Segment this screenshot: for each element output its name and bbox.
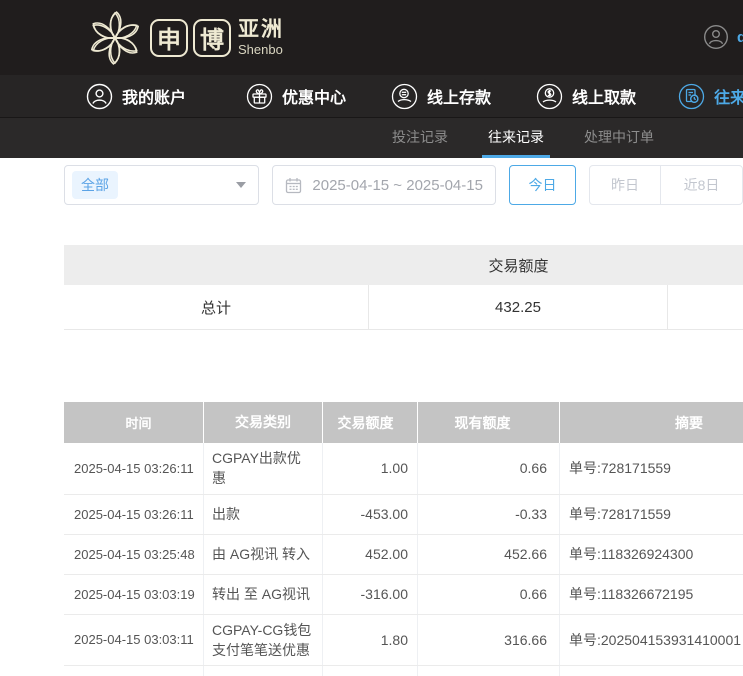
nav-label: 我的账户 bbox=[122, 84, 186, 108]
cell-amount: 300.00 bbox=[322, 666, 417, 676]
col-header-summary: 摘要 bbox=[559, 402, 743, 443]
cell-balance: 452.66 bbox=[417, 535, 559, 574]
today-button[interactable]: 今日 bbox=[509, 165, 576, 205]
nav-label: 优惠中心 bbox=[282, 84, 346, 108]
table-row: 2025-04-15 03:03:19 转出 至 AG视讯 -316.00 0.… bbox=[64, 575, 743, 615]
cell-summary: 单号:118326672195 bbox=[559, 575, 743, 614]
avatar-icon bbox=[703, 24, 729, 50]
logo-suffix-cn: 亚洲 bbox=[238, 19, 284, 40]
logo-suffix: 亚洲 Shenbo bbox=[238, 19, 284, 56]
withdraw-icon bbox=[536, 83, 563, 110]
table-body: 2025-04-15 03:26:11 CGPAY出款优惠 1.00 0.66 … bbox=[64, 443, 743, 676]
main-content: 全部 2025-04-15 ~ 2025-04-15 今日 昨日 近8日 交易额… bbox=[0, 165, 743, 676]
brand-logo[interactable]: 申 博 亚洲 Shenbo bbox=[86, 8, 284, 68]
cell-balance: 314.86 bbox=[417, 666, 559, 676]
summary-header-amount: 交易额度 bbox=[369, 255, 668, 276]
cell-summary: 单号:202504153931410001 bbox=[559, 615, 743, 666]
cell-summary: 单号:202504153931410001 bbox=[559, 666, 743, 676]
cell-type: CGPAY出款优惠 bbox=[203, 443, 322, 494]
category-selected-tag[interactable]: 全部 bbox=[72, 171, 118, 199]
cell-amount: -316.00 bbox=[322, 575, 417, 614]
logo-char-bo: 博 bbox=[193, 19, 231, 57]
transfer-records-icon bbox=[678, 83, 705, 110]
cell-amount: 1.00 bbox=[322, 443, 417, 494]
table-row: 2025-04-15 03:26:11 出款 -453.00 -0.33 单号:… bbox=[64, 495, 743, 535]
tab-betting-records[interactable]: 投注记录 bbox=[386, 118, 454, 158]
cell-time: 2025-04-15 03:03:19 bbox=[64, 575, 203, 614]
tab-transfer-records[interactable]: 往来记录 bbox=[482, 118, 550, 158]
cell-time: 2025-04-15 03:26:11 bbox=[64, 443, 203, 494]
nav-item-online-deposit[interactable]: 线上存款 bbox=[391, 83, 491, 110]
nav-label: 往来记录 bbox=[714, 84, 743, 108]
date-range-input[interactable]: 2025-04-15 ~ 2025-04-15 bbox=[272, 165, 496, 205]
cell-balance: 316.66 bbox=[417, 615, 559, 666]
record-tabs: 投注记录 往来记录 处理中订单 bbox=[0, 117, 743, 158]
deposit-icon bbox=[391, 83, 418, 110]
col-header-amount: 交易额度 bbox=[322, 402, 417, 443]
cell-summary: 单号:118326924300 bbox=[559, 535, 743, 574]
nav-item-online-withdraw[interactable]: 线上取款 bbox=[536, 83, 636, 110]
cell-type: CGPAY支付 bbox=[203, 666, 322, 676]
username-label[interactable]: q bbox=[737, 29, 743, 46]
cell-summary: 单号:728171559 bbox=[559, 443, 743, 494]
table-row: 2025-04-15 03:03:11 CGPAY-CG钱包支付笔笔送优惠 1.… bbox=[64, 615, 743, 667]
table-row: 2025-04-15 03:03:11 CGPAY支付 300.00 314.8… bbox=[64, 666, 743, 676]
table-header-row: 时间 交易类别 交易额度 现有额度 摘要 bbox=[64, 402, 743, 443]
filter-bar: 全部 2025-04-15 ~ 2025-04-15 今日 昨日 近8日 bbox=[64, 165, 743, 205]
cell-type: 出款 bbox=[203, 495, 322, 534]
nav-label: 线上取款 bbox=[572, 84, 636, 108]
cell-summary: 单号:728171559 bbox=[559, 495, 743, 534]
cell-amount: 452.00 bbox=[322, 535, 417, 574]
cell-balance: 0.66 bbox=[417, 575, 559, 614]
flower-logo-icon bbox=[86, 8, 144, 68]
cell-amount: -453.00 bbox=[322, 495, 417, 534]
cell-balance: 0.66 bbox=[417, 443, 559, 494]
transactions-table: 时间 交易类别 交易额度 现有额度 摘要 2025-04-15 03:26:11… bbox=[64, 402, 743, 676]
cell-type: CGPAY-CG钱包支付笔笔送优惠 bbox=[203, 615, 322, 666]
col-header-type: 交易类别 bbox=[203, 402, 322, 443]
cell-type: 由 AG视讯 转入 bbox=[203, 535, 322, 574]
date-range-value: 2025-04-15 ~ 2025-04-15 bbox=[312, 177, 483, 194]
chevron-down-icon bbox=[236, 182, 246, 188]
nav-item-my-account[interactable]: 我的账户 bbox=[86, 83, 186, 110]
nav-item-promo-center[interactable]: 优惠中心 bbox=[246, 83, 346, 110]
table-row: 2025-04-15 03:26:11 CGPAY出款优惠 1.00 0.66 … bbox=[64, 443, 743, 495]
cell-time: 2025-04-15 03:26:11 bbox=[64, 495, 203, 534]
nav-item-transfer-records[interactable]: 往来记录 bbox=[678, 83, 743, 110]
summary-table: 交易额度 总计 432.25 bbox=[64, 245, 743, 330]
promo-icon bbox=[246, 83, 273, 110]
cell-balance: -0.33 bbox=[417, 495, 559, 534]
tab-pending-orders[interactable]: 处理中订单 bbox=[578, 118, 660, 158]
table-row: 2025-04-15 03:25:48 由 AG视讯 转入 452.00 452… bbox=[64, 535, 743, 575]
cell-time: 2025-04-15 03:25:48 bbox=[64, 535, 203, 574]
summary-total-row: 总计 432.25 bbox=[64, 285, 743, 330]
user-account-area[interactable]: q bbox=[703, 24, 743, 50]
cell-type: 转出 至 AG视讯 bbox=[203, 575, 322, 614]
calendar-icon bbox=[285, 177, 302, 194]
summary-total-label: 总计 bbox=[64, 285, 369, 329]
main-nav: 我的账户 优惠中心 线上存款 线上取款 bbox=[0, 75, 743, 117]
category-select[interactable]: 全部 bbox=[64, 165, 259, 205]
cell-time: 2025-04-15 03:03:11 bbox=[64, 666, 203, 676]
last8days-button[interactable]: 近8日 bbox=[660, 166, 742, 204]
top-header: 申 博 亚洲 Shenbo q bbox=[0, 0, 743, 75]
account-icon bbox=[86, 83, 113, 110]
summary-total-value: 432.25 bbox=[369, 285, 668, 329]
yesterday-button[interactable]: 昨日 bbox=[590, 166, 660, 204]
logo-char-shen: 申 bbox=[150, 19, 188, 57]
cell-time: 2025-04-15 03:03:11 bbox=[64, 615, 203, 666]
logo-suffix-en: Shenbo bbox=[238, 43, 284, 56]
col-header-balance: 现有额度 bbox=[417, 402, 559, 443]
col-header-time: 时间 bbox=[64, 402, 203, 443]
quick-date-group: 昨日 近8日 bbox=[589, 165, 743, 205]
nav-label: 线上存款 bbox=[427, 84, 491, 108]
cell-amount: 1.80 bbox=[322, 615, 417, 666]
summary-header-row: 交易额度 bbox=[64, 245, 743, 285]
